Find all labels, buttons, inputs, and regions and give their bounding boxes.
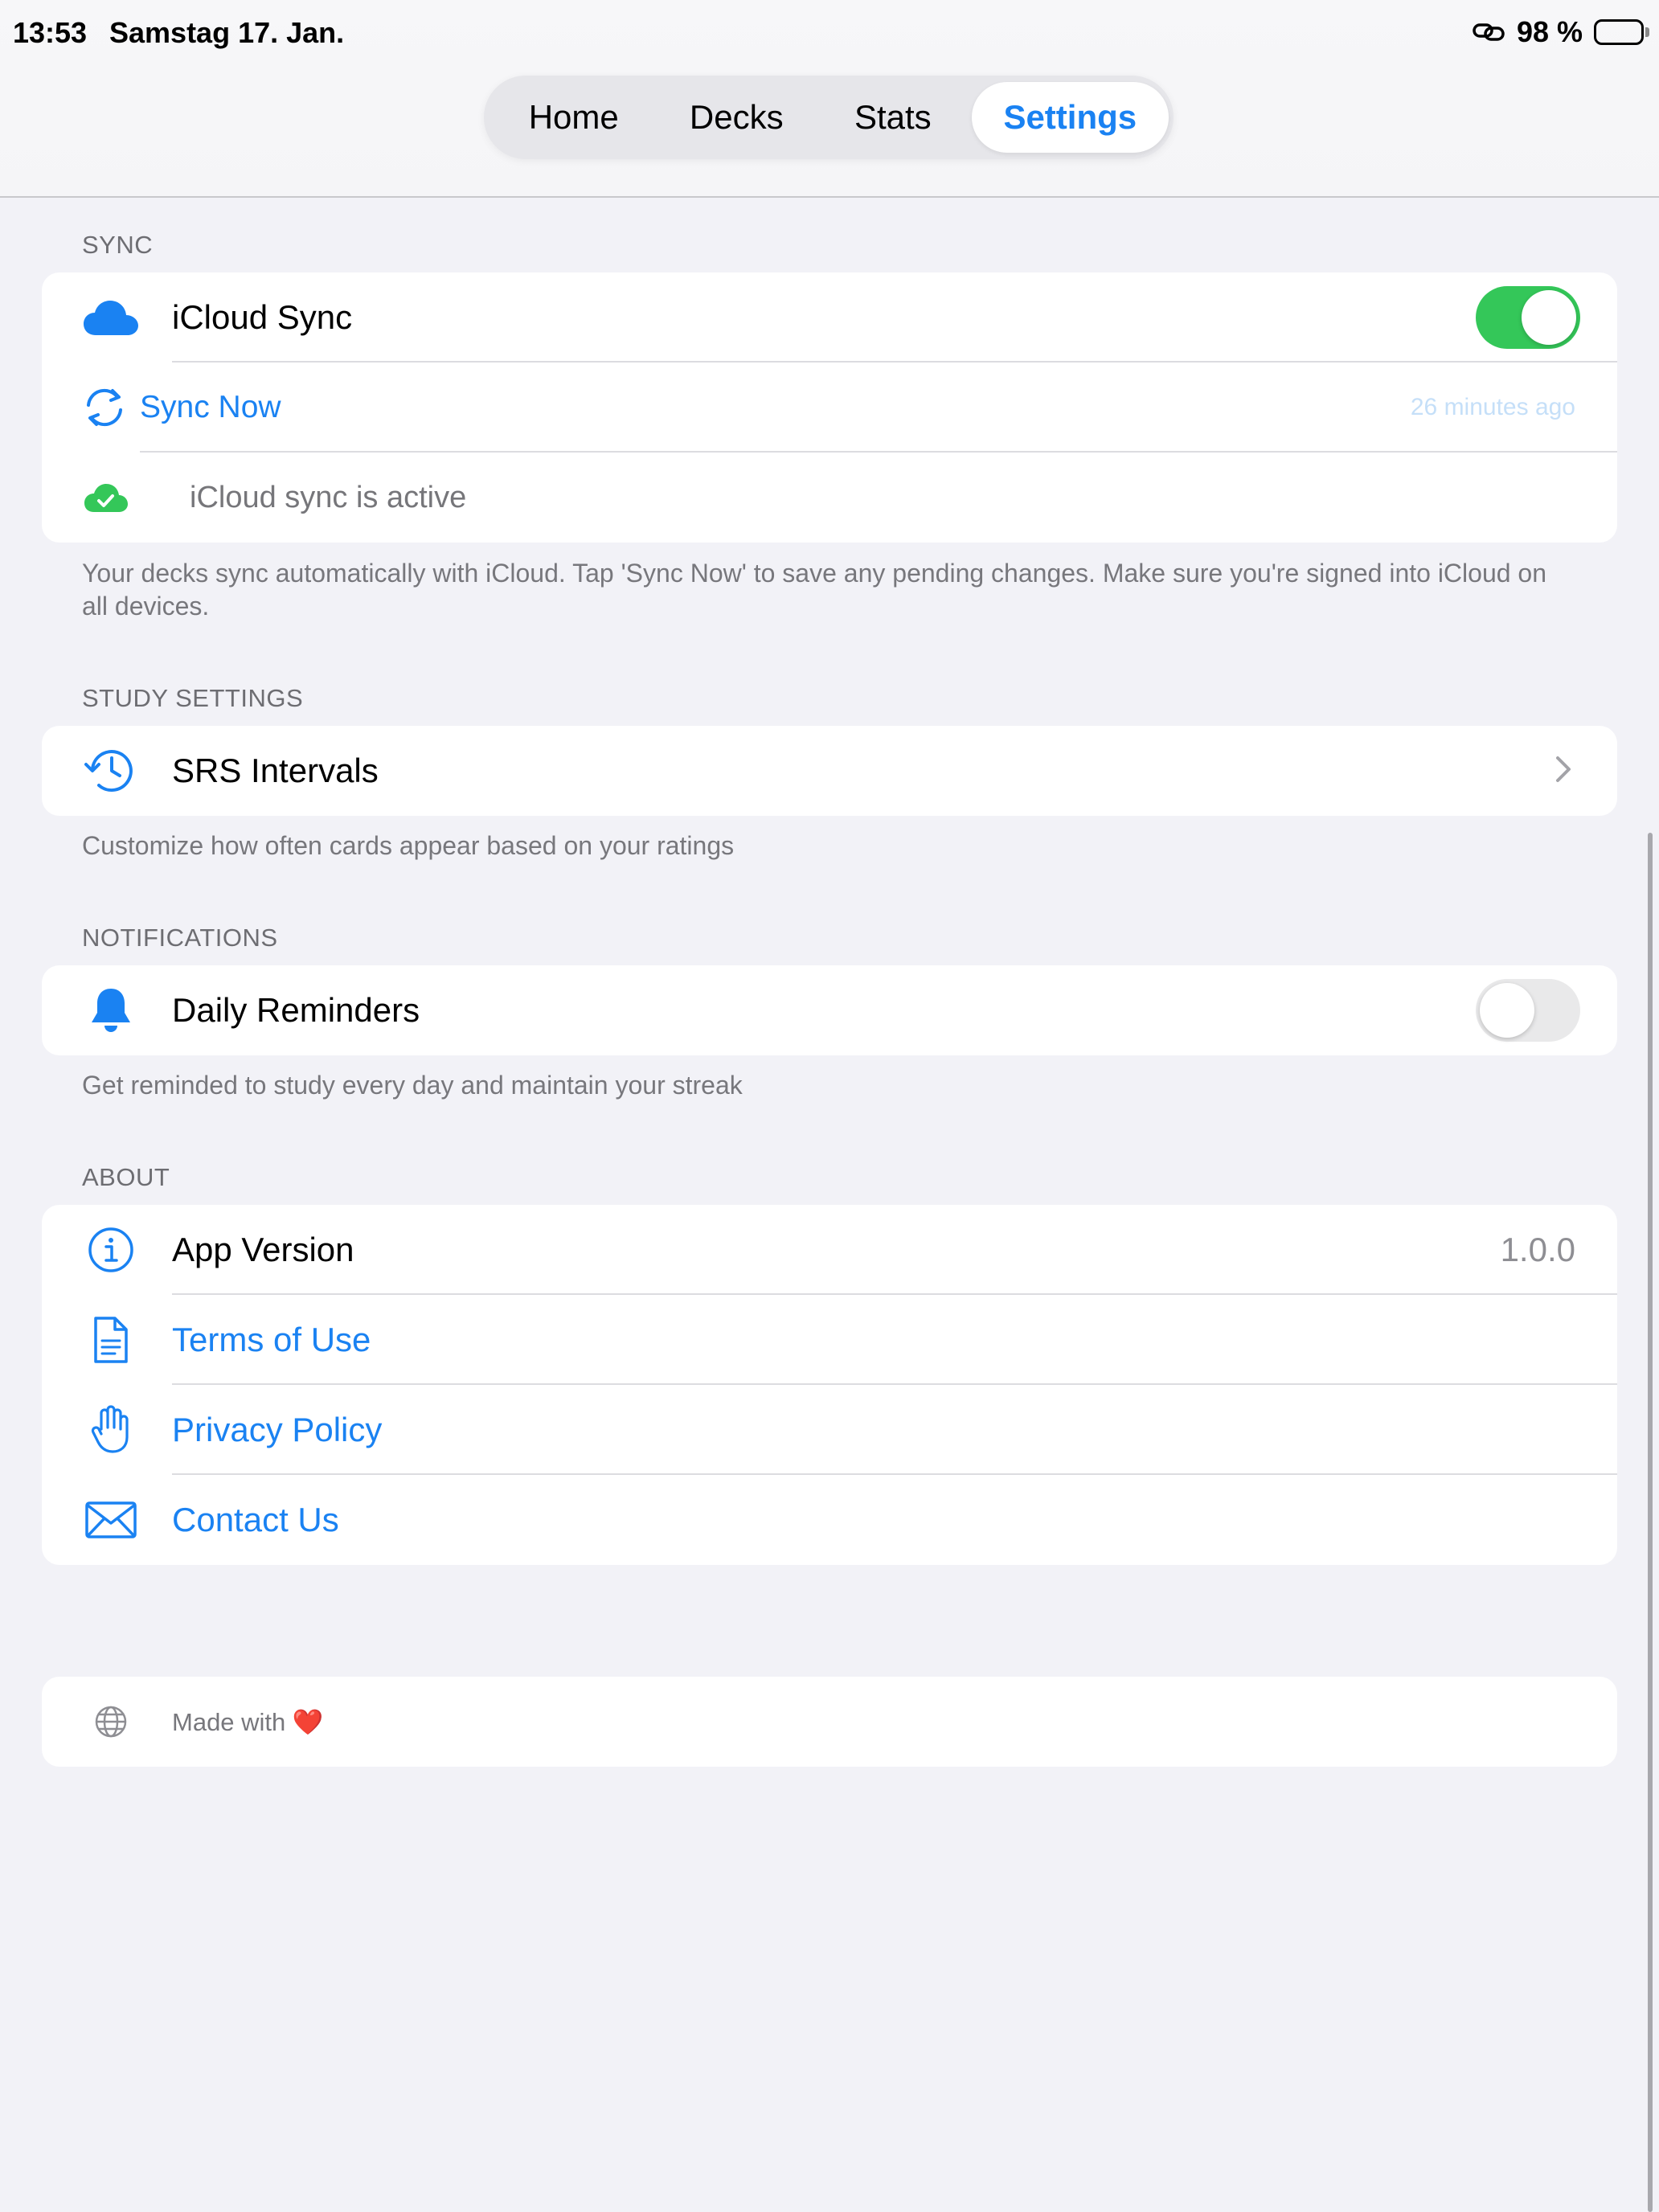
contact-us-link[interactable]: Contact Us (172, 1501, 339, 1539)
app-version-row: App Version 1.0.0 (42, 1205, 1617, 1295)
battery-percent: 98 % (1516, 15, 1583, 48)
contact-row[interactable]: Contact Us (42, 1475, 1617, 1565)
tab-home[interactable]: Home (489, 82, 659, 153)
app-version-value: 1.0.0 (1500, 1231, 1575, 1268)
status-date: Samstag 17. Jan. (109, 16, 345, 49)
icloud-sync-label: iCloud Sync (172, 298, 353, 336)
status-right: 98 % (1472, 14, 1649, 50)
sync-section-header: SYNC (82, 231, 154, 259)
status-time: 13:53 (13, 16, 88, 49)
study-section-header: STUDY SETTINGS (82, 684, 304, 712)
icloud-sync-toggle[interactable] (1476, 286, 1580, 349)
settings-screen: 13:53 Samstag 17. Jan. 98 % Home Decks S… (0, 0, 1659, 2212)
document-icon (82, 1311, 140, 1369)
terms-of-use-link[interactable]: Terms of Use (172, 1321, 371, 1359)
made-with-label: Made with (172, 1707, 286, 1736)
credit-card: Made with ❤️ (42, 1677, 1617, 1767)
study-card: SRS Intervals (42, 726, 1617, 816)
last-synced-text: 26 minutes ago (1410, 394, 1575, 420)
privacy-policy-link[interactable]: Privacy Policy (172, 1411, 382, 1449)
daily-reminders-toggle[interactable] (1476, 979, 1580, 1042)
tab-stats[interactable]: Stats (814, 82, 972, 153)
srs-intervals-label: SRS Intervals (172, 752, 379, 789)
notifications-card: Daily Reminders (42, 965, 1617, 1055)
hand-icon (82, 1401, 140, 1459)
cloud-icon (82, 289, 140, 346)
study-footer: Customize how often cards appear based o… (82, 831, 735, 860)
made-with-text: Made with ❤️ (172, 1707, 324, 1737)
srs-intervals-row[interactable]: SRS Intervals (42, 726, 1617, 816)
about-section-header: ABOUT (82, 1163, 170, 1191)
notifications-section-header: NOTIFICATIONS (82, 924, 278, 952)
cloud-check-icon (82, 469, 130, 526)
bell-icon (82, 981, 140, 1039)
link-icon (1472, 20, 1505, 44)
sync-status-row: iCloud sync is active (42, 453, 1617, 543)
daily-reminders-label: Daily Reminders (172, 991, 420, 1029)
tab-settings[interactable]: Settings (971, 82, 1169, 153)
icloud-sync-row: iCloud Sync (42, 272, 1617, 363)
daily-reminders-row: Daily Reminders (42, 965, 1617, 1055)
credit-row: Made with ❤️ (42, 1677, 1617, 1767)
notifications-footer: Get reminded to study every day and main… (82, 1071, 743, 1100)
heart-icon: ❤️ (292, 1707, 324, 1736)
sync-now-row[interactable]: Sync Now 26 minutes ago (42, 363, 1617, 453)
scrollbar[interactable] (1648, 833, 1653, 2212)
info-icon (82, 1221, 140, 1279)
sync-now-button[interactable]: Sync Now (140, 390, 281, 425)
privacy-row[interactable]: Privacy Policy (42, 1385, 1617, 1475)
terms-row[interactable]: Terms of Use (42, 1295, 1617, 1385)
globe-icon (82, 1693, 140, 1751)
tab-decks[interactable]: Decks (659, 82, 815, 153)
sync-arrows-icon (80, 379, 129, 436)
battery-icon (1594, 19, 1649, 45)
chevron-right-icon (1555, 755, 1572, 788)
envelope-icon (82, 1491, 140, 1549)
sync-status-text: iCloud sync is active (190, 480, 467, 514)
app-version-label: App Version (172, 1231, 354, 1268)
top-bar: 13:53 Samstag 17. Jan. 98 % Home Decks S… (0, 0, 1659, 198)
tab-bar: Home Decks Stats Settings (484, 76, 1174, 159)
about-card: App Version 1.0.0 Terms of Use Privacy P (42, 1205, 1617, 1565)
sync-card: iCloud Sync Sync Now 26 minutes ago iClo… (42, 272, 1617, 543)
clock-arrow-icon (82, 742, 140, 800)
sync-footer: Your decks sync automatically with iClou… (82, 559, 1547, 621)
